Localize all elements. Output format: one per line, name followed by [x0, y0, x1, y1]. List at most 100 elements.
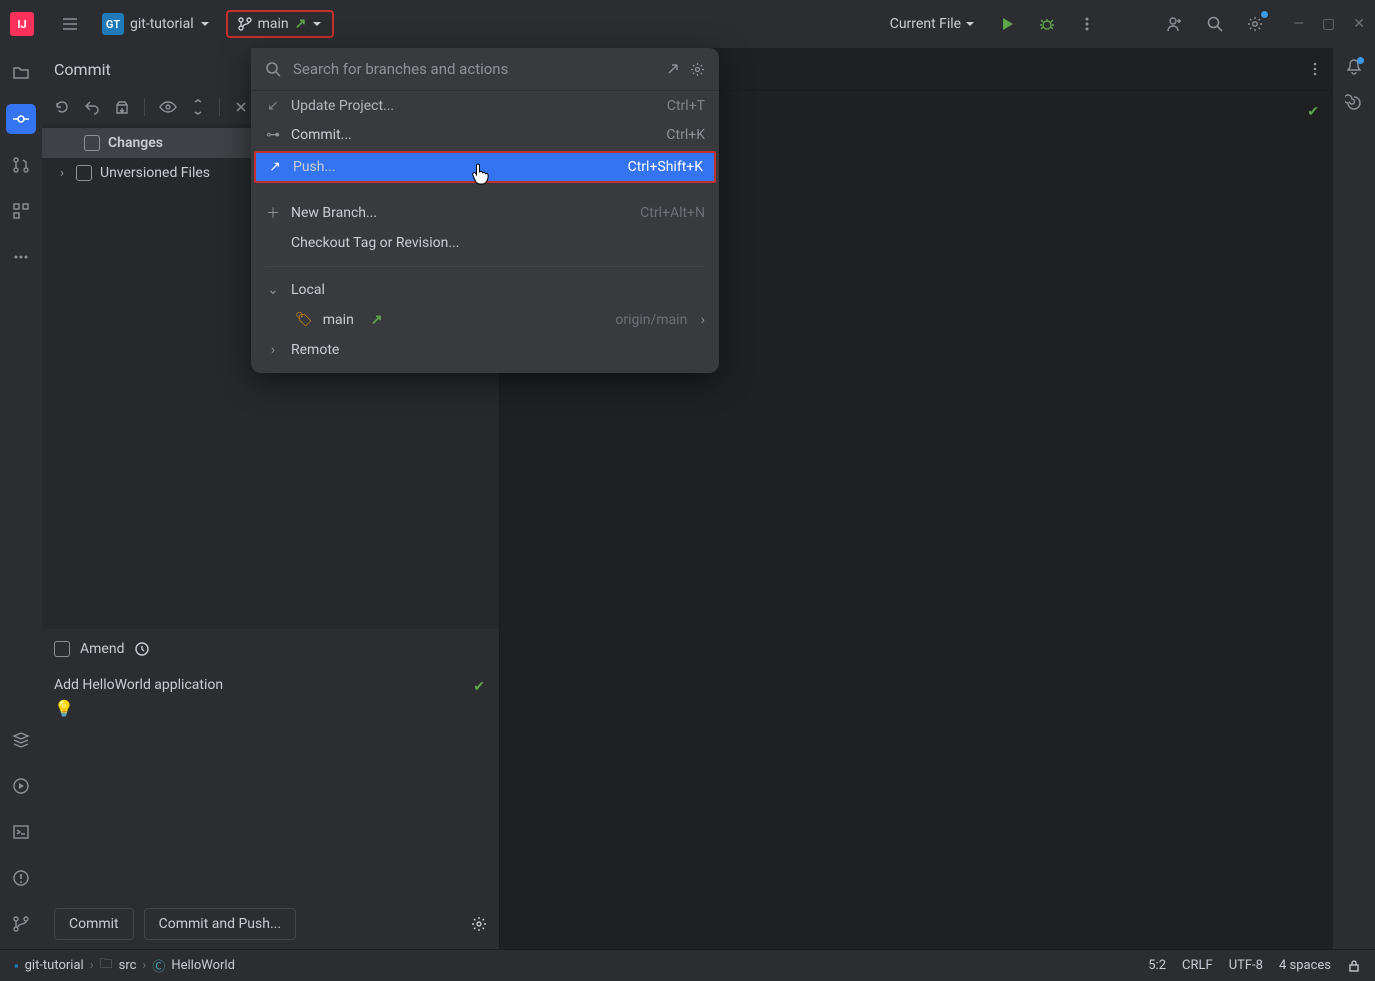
- editor-more-button[interactable]: [1307, 61, 1323, 77]
- amend-checkbox[interactable]: [54, 641, 70, 657]
- folder-icon: [12, 64, 30, 82]
- search-everywhere-button[interactable]: [1199, 8, 1231, 40]
- chevron-right-icon: ›: [697, 312, 705, 328]
- chevron-down-icon: [200, 19, 210, 29]
- eye-icon: [159, 99, 177, 115]
- main-menu-button[interactable]: [54, 8, 86, 40]
- rollback-button[interactable]: [84, 99, 100, 115]
- ai-assistant-button[interactable]: [1345, 94, 1363, 112]
- tag-icon: 🏷: [295, 312, 313, 328]
- branch-search-input[interactable]: [291, 59, 656, 79]
- structure-icon: [12, 202, 30, 220]
- chevron-down-icon: [965, 19, 975, 29]
- bulb-icon[interactable]: 💡: [54, 699, 487, 718]
- run-tool[interactable]: [6, 771, 36, 801]
- project-tool[interactable]: [6, 58, 36, 88]
- commit-message-area[interactable]: Add HelloWorld application ✔ 💡: [42, 669, 499, 899]
- plus-icon: ＋: [265, 203, 281, 223]
- crumb-folder: src: [119, 958, 137, 973]
- local-branch-main[interactable]: 🏷 main ↗ origin/main ›: [251, 305, 719, 335]
- chevron-down-icon: ⌄: [265, 282, 281, 298]
- run-button[interactable]: [991, 8, 1023, 40]
- shelve-button[interactable]: [114, 99, 130, 115]
- left-tool-strip: [0, 48, 42, 949]
- branch-icon: [12, 915, 30, 933]
- right-tool-strip: [1333, 48, 1375, 949]
- terminal-tool[interactable]: [6, 817, 36, 847]
- checkout-tag-item[interactable]: Checkout Tag or Revision...: [251, 228, 719, 258]
- structure-tool[interactable]: [6, 196, 36, 226]
- bug-icon: [1039, 16, 1055, 32]
- readonly-toggle[interactable]: [1347, 959, 1361, 973]
- project-selector[interactable]: GT git-tutorial: [94, 9, 218, 39]
- debug-button[interactable]: [1031, 8, 1063, 40]
- branch-icon: [238, 17, 252, 31]
- kebab-icon: [1079, 16, 1095, 32]
- hamburger-icon: [61, 15, 79, 33]
- branch-settings-button[interactable]: [690, 62, 705, 77]
- close-button[interactable]: ✕: [1353, 16, 1365, 32]
- services-tool[interactable]: [6, 725, 36, 755]
- layers-icon: [12, 731, 30, 749]
- file-encoding[interactable]: UTF-8: [1229, 958, 1263, 973]
- remote-group[interactable]: › Remote: [251, 335, 719, 365]
- chevron-down-icon: [312, 19, 322, 29]
- show-diff-button[interactable]: [159, 99, 177, 115]
- crumb-class: HelloWorld: [171, 958, 235, 973]
- refresh-button[interactable]: [54, 99, 70, 115]
- folder-icon: 🗀: [100, 955, 113, 977]
- problems-tool[interactable]: [6, 863, 36, 893]
- pull-requests-tool[interactable]: [6, 150, 36, 180]
- group-by-button[interactable]: [234, 100, 248, 114]
- chevron-right-icon: ›: [56, 165, 68, 181]
- commit-and-push-button[interactable]: Commit and Push...: [144, 908, 296, 940]
- commit-tool[interactable]: [6, 104, 36, 134]
- status-bar: ▪ git-tutorial › 🗀 src › Ⓒ HelloWorld 5:…: [0, 949, 1375, 981]
- window-controls: — ▢ ✕: [1293, 16, 1365, 32]
- more-actions-button[interactable]: [1071, 8, 1103, 40]
- close-icon: [234, 100, 248, 114]
- search-icon: [265, 61, 281, 77]
- history-button[interactable]: [134, 641, 150, 657]
- search-icon: [1206, 15, 1224, 33]
- code-with-me-button[interactable]: [1159, 8, 1191, 40]
- update-icon: ↙: [265, 98, 281, 114]
- indent-config[interactable]: 4 spaces: [1279, 958, 1331, 973]
- minimize-button[interactable]: —: [1293, 16, 1304, 32]
- breadcrumb[interactable]: ▪ git-tutorial › 🗀 src › Ⓒ HelloWorld: [14, 955, 235, 977]
- branch-selector[interactable]: main ↗: [226, 10, 335, 38]
- commit-options-button[interactable]: [471, 916, 487, 932]
- project-name: git-tutorial: [130, 16, 194, 32]
- maximize-button[interactable]: ▢: [1322, 16, 1335, 32]
- run-config-selector[interactable]: Current File: [882, 12, 983, 36]
- fetch-button[interactable]: [666, 62, 680, 76]
- settings-button[interactable]: [1239, 8, 1271, 40]
- more-tools[interactable]: [6, 242, 36, 272]
- check-icon: ✔: [473, 679, 485, 695]
- commit-message-text: Add HelloWorld application: [54, 677, 223, 693]
- local-group[interactable]: ⌄ Local: [251, 275, 719, 305]
- notifications-button[interactable]: [1345, 58, 1363, 76]
- commit-item[interactable]: ⊶ Commit... Ctrl+K: [251, 120, 719, 150]
- git-tool[interactable]: [6, 909, 36, 939]
- checkbox[interactable]: [76, 165, 92, 181]
- gear-icon: [690, 62, 705, 77]
- caret-position[interactable]: 5:2: [1148, 958, 1166, 973]
- play-icon: [999, 16, 1015, 32]
- checkbox[interactable]: [84, 135, 100, 151]
- new-branch-item[interactable]: ＋ New Branch... Ctrl+Alt+N: [251, 198, 719, 228]
- push-item[interactable]: ↗ Push... Ctrl+Shift+K: [254, 151, 716, 183]
- bell-icon: [1345, 58, 1363, 76]
- commit-button[interactable]: Commit: [54, 908, 134, 940]
- person-plus-icon: [1166, 15, 1184, 33]
- gear-icon: [1246, 15, 1264, 33]
- line-separator[interactable]: CRLF: [1182, 958, 1213, 973]
- push-icon: ↗: [267, 159, 283, 175]
- update-project-item[interactable]: ↙ Update Project... Ctrl+T: [251, 90, 719, 120]
- fetch-icon: [666, 62, 680, 76]
- amend-label: Amend: [80, 641, 124, 657]
- inspection-check-icon[interactable]: ✔: [1307, 101, 1319, 123]
- up-down-icon: [191, 99, 205, 115]
- changelist-button[interactable]: [191, 99, 205, 115]
- branch-name: main: [258, 16, 289, 32]
